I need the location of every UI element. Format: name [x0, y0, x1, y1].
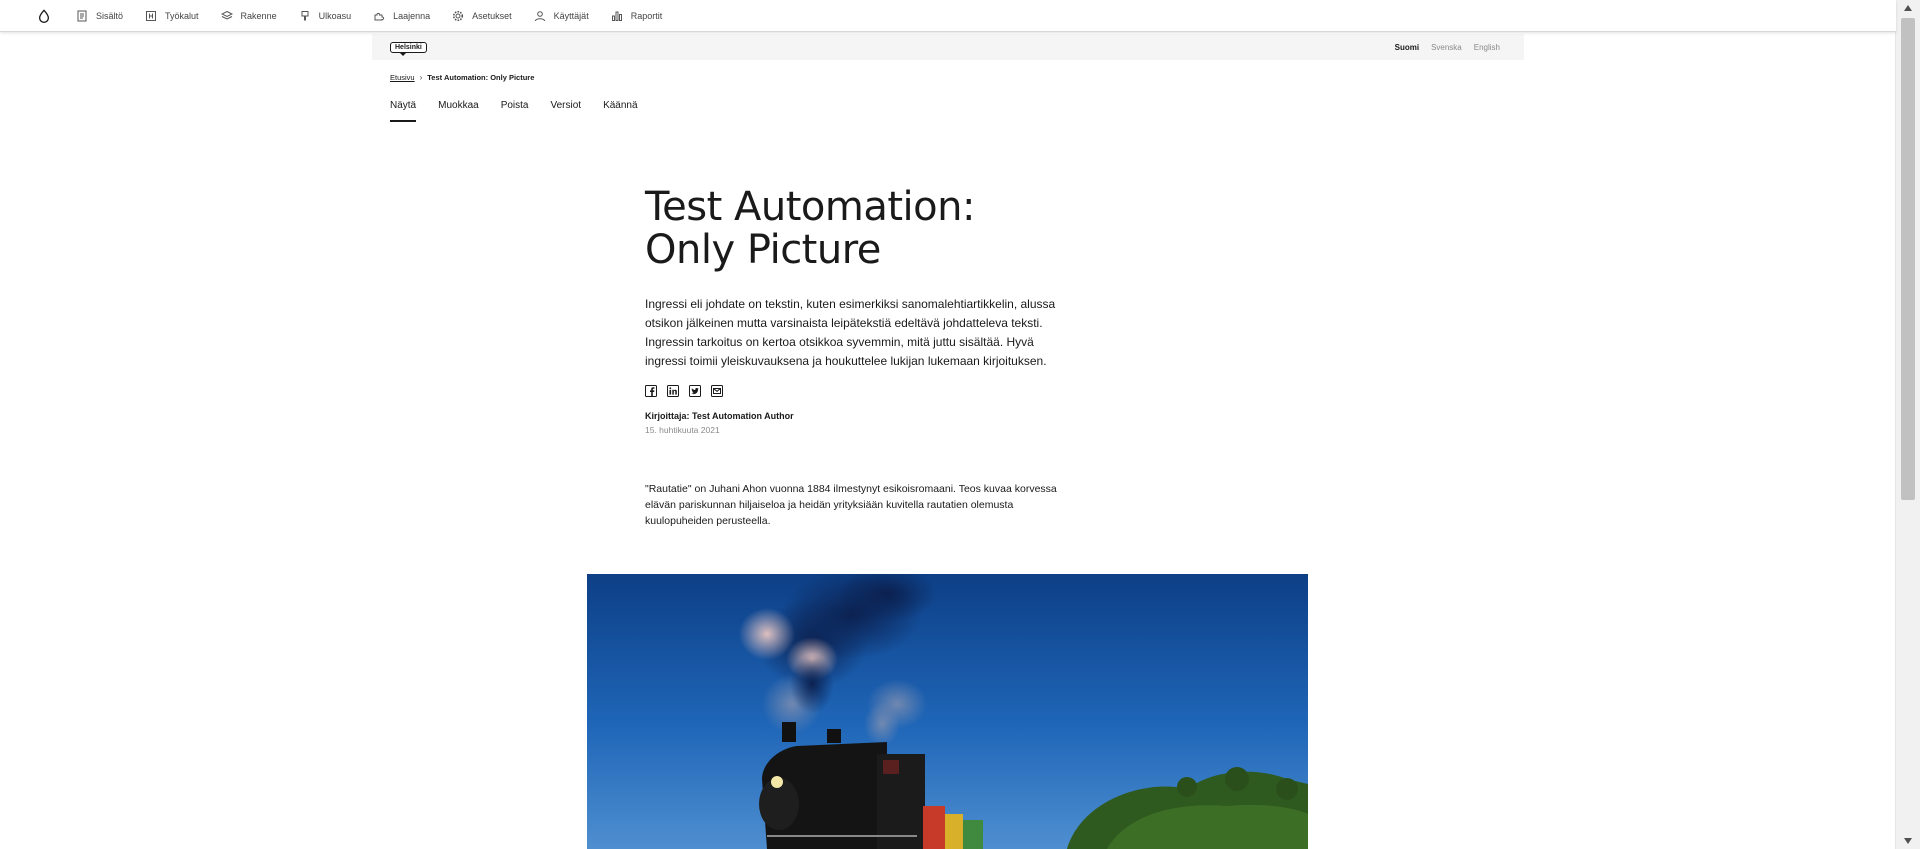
vertical-scrollbar[interactable]	[1895, 0, 1920, 849]
steam-locomotive-photo	[587, 574, 1308, 849]
breadcrumb-current: Test Automation: Only Picture	[427, 73, 535, 82]
toolbar-item-tools[interactable]: Työkalut	[145, 10, 199, 22]
language-suomi[interactable]: Suomi	[1395, 43, 1419, 52]
toolbar-item-label: Rakenne	[240, 10, 277, 21]
tools-icon	[146, 10, 157, 21]
site-header: Helsinki Suomi Svenska English	[372, 34, 1524, 60]
toolbar-item-label: Raportit	[630, 10, 663, 21]
facebook-icon[interactable]	[645, 385, 657, 397]
toolbar-item-content[interactable]: Sisältö	[76, 10, 123, 22]
toolbar-item-label: Asetukset	[472, 10, 512, 21]
toolbar-item-extend[interactable]: Laajenna	[373, 10, 430, 22]
local-tasks-tabs: Näytä Muokkaa Poista Versiot Käännä	[390, 100, 638, 122]
puzzle-icon	[374, 12, 385, 20]
toolbar-item-label: Työkalut	[165, 10, 199, 21]
scroll-up-arrow-icon[interactable]	[1896, 0, 1920, 16]
breadcrumb-home-link[interactable]: Etusivu	[390, 73, 415, 82]
gear-icon	[453, 10, 464, 21]
toolbar-item-label: Ulkoasu	[318, 10, 352, 21]
language-english[interactable]: English	[1474, 43, 1500, 52]
toolbar-item-label: Käyttäjät	[553, 10, 589, 21]
article: Test Automation: Only Picture Ingressi e…	[645, 186, 1065, 529]
article-author: Kirjoittaja: Test Automation Author	[645, 411, 794, 421]
tab-revisions[interactable]: Versiot	[551, 100, 582, 122]
drop-icon[interactable]	[32, 4, 56, 28]
helsinki-logo[interactable]: Helsinki	[390, 41, 427, 56]
tab-view[interactable]: Näytä	[390, 100, 417, 122]
tab-edit[interactable]: Muokkaa	[438, 100, 479, 122]
bar-chart-icon	[611, 11, 622, 21]
toolbar-item-settings[interactable]: Asetukset	[452, 10, 512, 22]
language-svenska[interactable]: Svenska	[1431, 43, 1462, 52]
user-icon	[534, 10, 545, 21]
article-body: "Rautatie" on Juhani Ahon vuonna 1884 il…	[645, 483, 1057, 527]
toolbar-item-label: Sisältö	[96, 10, 124, 21]
chevron-right-icon: ›	[419, 73, 423, 82]
page-title: Test Automation: Only Picture	[645, 184, 975, 273]
toolbar-item-label: Laajenna	[393, 10, 431, 21]
article-lead: Ingressi eli johdate on tekstin, kuten e…	[645, 297, 1056, 368]
tab-delete[interactable]: Poista	[501, 100, 529, 122]
toolbar-item-appearance[interactable]: Ulkoasu	[299, 10, 352, 22]
share-links	[645, 385, 1065, 397]
scroll-down-arrow-icon[interactable]	[1896, 833, 1920, 849]
linkedin-icon[interactable]	[667, 385, 679, 397]
admin-toolbar: Sisältö Työkalut Rakenne Ulkoasu Laajenn…	[0, 0, 1896, 32]
layers-icon	[220, 10, 233, 20]
brush-icon	[301, 10, 309, 20]
toolbar-item-reports[interactable]: Raportit	[611, 10, 663, 22]
language-switcher: Suomi Svenska English	[1395, 43, 1500, 52]
tab-translate[interactable]: Käännä	[603, 100, 637, 122]
toolbar-item-structure[interactable]: Rakenne	[220, 10, 277, 22]
email-icon[interactable]	[711, 385, 723, 397]
document-icon	[77, 10, 87, 21]
toolbar-item-users[interactable]: Käyttäjät	[534, 10, 589, 22]
scrollbar-thumb[interactable]	[1901, 18, 1915, 500]
article-date: 15. huhtikuuta 2021	[645, 425, 720, 435]
breadcrumb: Etusivu › Test Automation: Only Picture	[390, 73, 534, 82]
twitter-icon[interactable]	[689, 385, 701, 397]
